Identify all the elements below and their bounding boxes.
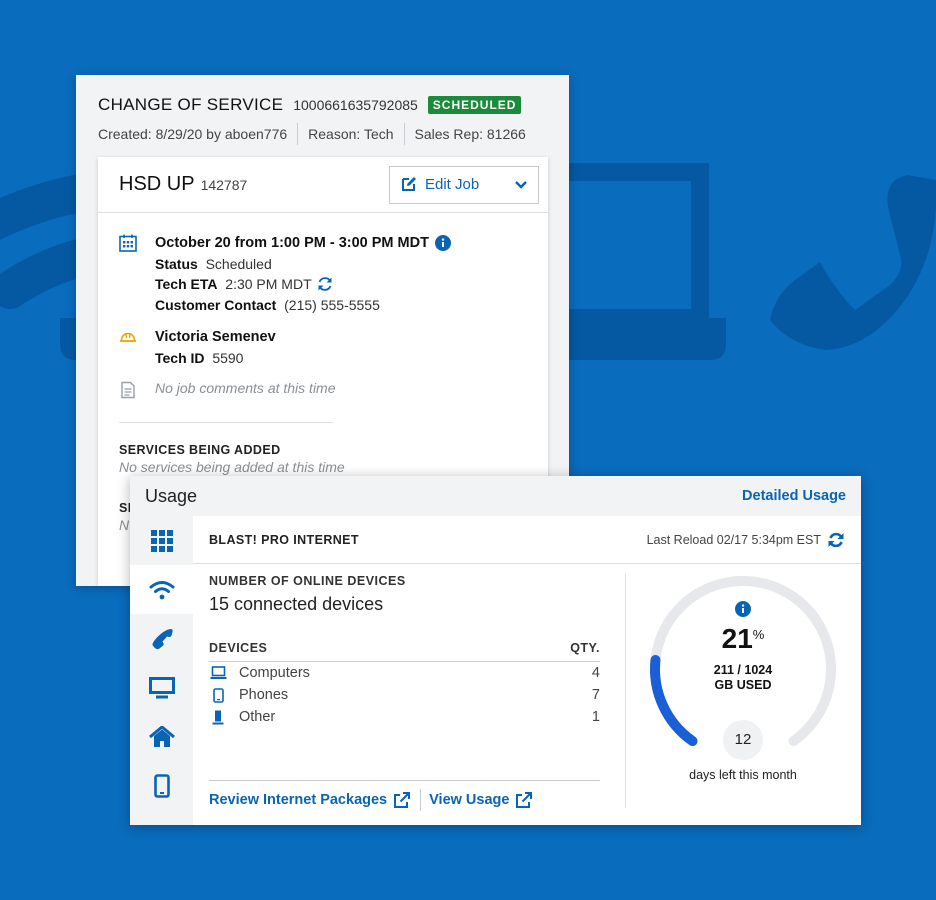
device-row: Computers 4 [209,662,600,684]
refresh-icon[interactable] [316,275,334,293]
device-name: Computers [239,665,310,681]
contact-value: (215) 555-5555 [284,296,380,313]
technician-section: Victoria Semenev Tech ID 5590 [119,327,527,368]
order-number: 1000661635792085 [293,97,418,113]
days-left-label: days left this month [689,768,797,782]
usage-panel: Usage Detailed Usage BLAST! PRO INTERNET… [130,476,861,825]
phone-icon [151,628,173,649]
eta-value: 2:30 PM MDT [225,276,312,292]
home-icon [148,725,175,747]
edit-job-label: Edit Job [425,176,480,193]
days-left-count: 12 [723,720,763,760]
comments-section: No job comments at this time [119,380,527,404]
tab-internet[interactable] [130,565,194,614]
created-info: Created: 8/29/20 by aboen776 [98,126,288,142]
grid-icon [150,529,173,552]
view-usage-label: View Usage [429,792,510,808]
service-order-title: CHANGE OF SERVICE [98,95,284,114]
services-added-label: SERVICES BEING ADDED [119,443,281,457]
mobile-icon [153,773,170,798]
smartphone-icon [212,687,224,703]
background-phone-icon [770,175,936,350]
device-qty: 7 [591,687,600,703]
meta-divider [403,123,405,145]
reason-info: Reason: Tech [308,126,394,142]
view-usage-link[interactable]: View Usage [429,791,533,809]
appointment-section: October 20 from 1:00 PM - 3:00 PM MDT St… [119,233,527,315]
calendar-icon [119,234,137,252]
device-row: Other 1 [209,706,600,728]
wifi-icon [149,580,175,599]
tab-voice[interactable] [130,614,193,663]
services-added-value: No services being added at this time [119,459,345,475]
tab-all-services[interactable] [130,516,193,565]
meta-divider [297,123,299,145]
usage-percent-value: 21 [721,623,753,654]
usage-used-value: 211 / 1024 [713,663,773,677]
contact-label: Customer Contact [155,296,277,313]
other-device-icon [212,710,224,724]
online-devices-label: NUMBER OF ONLINE DEVICES [209,574,406,588]
edit-job-button[interactable]: Edit Job [389,165,539,204]
device-qty: 4 [591,665,600,681]
job-title: HSD UP 142787 [119,173,247,196]
usage-used: 211 / 1024 GB USED [645,663,841,693]
tab-home[interactable] [130,712,193,761]
device-name: Phones [239,687,289,703]
eta-label: Tech ETA [155,276,218,292]
status-value: Scheduled [205,255,272,272]
data-usage-gauge: 21% 211 / 1024 GB USED 12 days left this… [645,571,841,811]
tech-id-value: 5590 [212,349,244,366]
refresh-icon[interactable] [827,531,845,549]
info-icon[interactable] [434,235,451,252]
device-name: Other [239,709,276,725]
status-badge: SCHEDULED [427,96,522,114]
usage-percent: 21% [645,623,841,655]
internet-usage-content: BLAST! PRO INTERNET Last Reload 02/17 5:… [193,516,861,825]
plan-name: BLAST! PRO INTERNET [209,532,359,547]
job-divider [119,422,333,423]
hard-hat-icon [120,332,136,342]
usage-title: Usage [145,485,198,506]
external-link-icon [394,791,411,808]
external-link-icon [516,791,533,808]
usage-sidebar [130,516,194,825]
device-qty: 1 [591,709,600,725]
tab-mobile[interactable] [130,761,193,810]
link-divider [420,789,422,811]
last-reload-text: Last Reload 02/17 5:34pm EST [646,532,821,547]
edit-icon [402,177,416,191]
usage-used-label: GB USED [714,678,772,692]
appointment-window: October 20 from 1:00 PM - 3:00 PM MDT [155,235,429,251]
tech-id-label: Tech ID [155,349,205,366]
review-packages-link[interactable]: Review Internet Packages [209,791,411,809]
info-icon[interactable] [735,601,751,617]
job-title-text: HSD UP [119,173,195,195]
technician-name: Victoria Semenev [155,329,276,345]
tab-tv[interactable] [130,663,193,712]
detailed-usage-link[interactable]: Detailed Usage [742,488,846,504]
percent-symbol: % [752,627,765,642]
review-packages-label: Review Internet Packages [209,792,388,808]
qty-header: QTY. [570,641,600,655]
chevron-down-icon[interactable] [514,180,528,190]
online-devices-count: 15 connected devices [209,594,384,614]
devices-table: DEVICES QTY. Computers 4 Phones 7 Other … [209,641,600,728]
sales-rep-info: Sales Rep: 81266 [414,126,526,142]
document-icon [121,381,135,399]
devices-header: DEVICES [209,641,268,655]
usage-footer-links: Review Internet Packages View Usage [209,780,600,811]
monitor-icon [148,676,175,698]
job-comments: No job comments at this time [155,380,336,396]
job-number: 142787 [200,177,248,193]
device-row: Phones 7 [209,684,600,706]
column-divider [625,574,626,808]
laptop-icon [210,666,226,679]
status-label: Status [155,255,198,272]
